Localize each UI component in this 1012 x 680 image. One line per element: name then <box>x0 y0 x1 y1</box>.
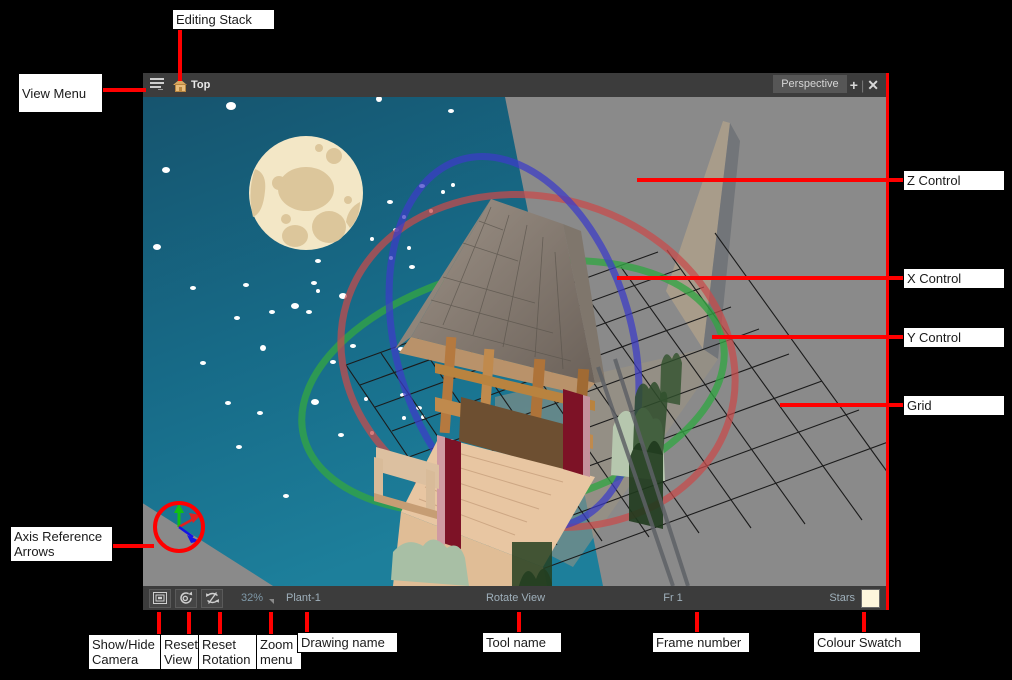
annotation-z-control: Z Control <box>903 170 1005 191</box>
panel-status-bar: 32% Plant-1 Rotate View Fr 1 Stars <box>143 586 888 610</box>
moon <box>249 136 363 250</box>
panel-right-edge-marker <box>886 73 889 610</box>
annotation-x-control: X Control <box>903 268 1005 289</box>
add-view-button[interactable]: + <box>847 77 861 93</box>
view-panel: Top Perspective + | ✕ <box>143 73 888 610</box>
annotation-axis-reference-arrows: Axis Reference Arrows <box>10 526 113 562</box>
editing-stack-label[interactable]: Top <box>191 79 210 91</box>
annotation-colour-swatch: Colour Swatch <box>813 632 921 653</box>
leader-tool-name <box>517 612 521 634</box>
leader-colour-swatch <box>862 612 866 634</box>
title-bar-right-controls: Perspective + | ✕ <box>773 73 888 97</box>
tool-name-label: Rotate View <box>143 592 888 604</box>
annotation-view-menu: View Menu <box>18 73 103 113</box>
annotation-frame-number: Frame number <box>652 632 750 653</box>
leader-z-control <box>637 178 905 182</box>
tab-perspective[interactable]: Perspective <box>773 75 846 93</box>
frame-number-label: Fr 1 <box>573 592 773 604</box>
leader-zoom-menu <box>269 612 273 636</box>
leader-reset-rotation <box>218 612 222 636</box>
annotation-drawing-name: Drawing name <box>297 632 398 653</box>
leader-y-control <box>712 335 905 339</box>
annotation-editing-stack: Editing Stack <box>172 9 275 30</box>
scene-render <box>143 97 888 586</box>
leader-axis-reference-arrows <box>106 544 154 548</box>
leader-frame-number <box>695 612 699 634</box>
axis-reference-arrows-highlight <box>153 501 205 553</box>
leader-x-control <box>617 276 905 280</box>
annotation-tool-name: Tool name <box>482 632 562 653</box>
leader-drawing-name <box>305 612 309 634</box>
view-menu-icon[interactable] <box>150 78 166 92</box>
annotation-grid: Grid <box>903 395 1005 416</box>
close-view-button[interactable]: ✕ <box>864 77 882 94</box>
perspective-viewport[interactable] <box>143 97 888 586</box>
annotation-y-control: Y Control <box>903 327 1005 348</box>
leader-show-hide-camera <box>157 612 161 636</box>
leader-view-menu <box>96 88 146 92</box>
panel-title-bar: Top Perspective + | ✕ <box>143 73 888 97</box>
annotation-zoom-menu: Zoom menu <box>256 634 302 670</box>
leader-editing-stack <box>178 29 182 81</box>
leader-reset-view <box>187 612 191 636</box>
annotation-reset-rotation: Reset Rotation <box>198 634 261 670</box>
